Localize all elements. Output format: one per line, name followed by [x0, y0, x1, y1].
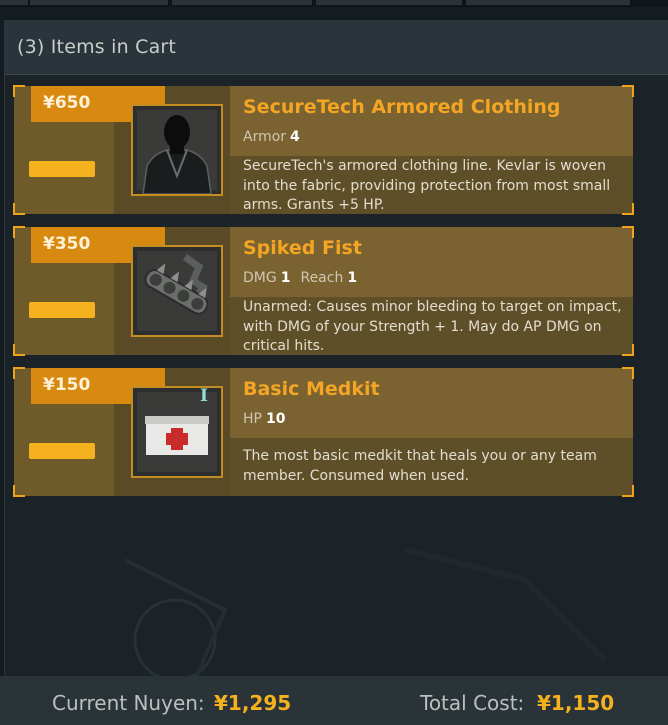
- cart-item[interactable]: ¥650 SecureTech Armored Clothing Armor 4 …: [13, 85, 634, 215]
- item-thumbnail: [131, 245, 223, 337]
- frame-corner: [622, 367, 634, 379]
- tab-segment[interactable]: [316, 0, 463, 5]
- cart-item[interactable]: ¥350 Spiked Fist DMG 1 Reach 1 Unarmed: Cau…: [13, 226, 634, 356]
- cart-panel: (3) Items in Cart ¥650 SecureTech Armore…: [4, 20, 668, 725]
- total-cost-label: Total Cost:: [420, 691, 525, 715]
- item-thumbnail: [131, 104, 223, 196]
- stat-label: HP: [243, 411, 262, 427]
- current-nuyen-value: ¥1,295: [214, 691, 292, 715]
- stat-value: 4: [290, 129, 300, 145]
- stat-label: DMG: [243, 270, 277, 286]
- cart-footer: Current Nuyen: ¥1,295 Total Cost: ¥1,150: [0, 676, 668, 725]
- quantity-bar[interactable]: [29, 302, 95, 318]
- frame-corner: [622, 226, 634, 238]
- item-stats: Armor 4: [243, 129, 310, 145]
- item-name: Spiked Fist: [243, 237, 362, 259]
- frame-corner: [13, 226, 25, 238]
- cart-header: (3) Items in Cart: [5, 20, 668, 75]
- tab-segment[interactable]: [0, 0, 29, 5]
- quantity-bar[interactable]: [29, 443, 95, 459]
- stat-value: 1: [280, 270, 291, 286]
- current-nuyen-label: Current Nuyen:: [52, 691, 205, 715]
- armored-jacket-icon: [142, 115, 212, 194]
- item-stats: DMG 1 Reach 1: [243, 270, 367, 286]
- frame-corner: [13, 367, 25, 379]
- frame-corner: [622, 85, 634, 97]
- quantity-bar[interactable]: [29, 161, 95, 177]
- item-stats: HP 10: [243, 411, 295, 427]
- frame-corner: [13, 485, 25, 497]
- background-art: [124, 547, 608, 682]
- frame-corner: [13, 85, 25, 97]
- tier-badge: I: [200, 386, 208, 406]
- tab-segment[interactable]: [466, 0, 631, 5]
- top-tab-strip: [0, 0, 668, 7]
- total-cost-value: ¥1,150: [537, 691, 615, 715]
- stat-label: Armor: [243, 129, 287, 145]
- stat-value: 1: [347, 270, 358, 286]
- item-name: Basic Medkit: [243, 378, 380, 400]
- stat-value: 10: [265, 411, 286, 427]
- stat-label: Reach: [300, 270, 344, 286]
- cart-item[interactable]: ¥150 I Basic Medkit HP 10 The most basic …: [13, 367, 634, 497]
- frame-corner: [13, 203, 25, 215]
- tab-segment[interactable]: [30, 0, 169, 5]
- frame-corner: [13, 344, 25, 356]
- spiked-knuckles-icon: [144, 254, 209, 315]
- item-name: SecureTech Armored Clothing: [243, 96, 561, 118]
- item-description: Unarmed: Causes minor bleeding to target…: [243, 299, 622, 354]
- tab-segment[interactable]: [172, 0, 313, 5]
- frame-corner: [622, 485, 634, 497]
- cart-title: (3) Items in Cart: [17, 36, 177, 58]
- item-description: SecureTech's armored clothing line. Kevl…: [243, 158, 611, 213]
- item-thumbnail: [131, 386, 223, 478]
- item-description: The most basic medkit that heals you or …: [243, 448, 597, 484]
